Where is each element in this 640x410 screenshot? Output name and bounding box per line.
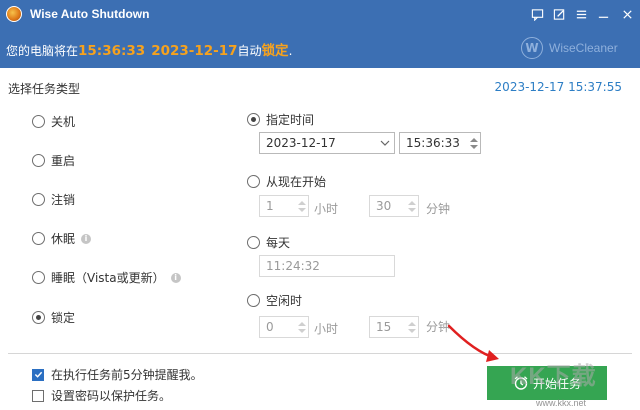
radio-circle[interactable] [32, 154, 45, 167]
schedule-label: 从现在开始 [266, 175, 327, 189]
idle-hours-unit: 小时 [314, 322, 339, 336]
radio-circle[interactable] [32, 232, 45, 245]
close-icon[interactable] [614, 0, 640, 28]
remind-checkbox[interactable]: 在执行任务前5分钟提醒我。 [32, 366, 203, 383]
radio-circle[interactable] [247, 113, 260, 126]
idle-minutes-value: 15 [376, 320, 392, 334]
schedule-radio-from-now[interactable]: 从现在开始 [247, 173, 326, 190]
schedule-label: 空闲时 [266, 294, 303, 308]
date-value: 2023-12-17 [266, 136, 336, 150]
radio-circle[interactable] [32, 115, 45, 128]
task-label: 睡眠（Vista或更新） [51, 271, 165, 285]
task-radio-sleep[interactable]: 睡眠（Vista或更新） i [32, 269, 181, 286]
minutes-unit: 分钟 [426, 202, 451, 216]
radio-circle[interactable] [247, 294, 260, 307]
radio-circle[interactable] [32, 311, 45, 324]
window-title: Wise Auto Shutdown [30, 7, 150, 21]
schedule-radio-daily[interactable]: 每天 [247, 234, 290, 251]
schedule-radio-specified-time[interactable]: 指定时间 [247, 111, 314, 128]
hours-spinner[interactable] [296, 196, 308, 216]
minimize-icon[interactable] [592, 0, 614, 28]
menu-icon[interactable] [570, 0, 592, 28]
radio-circle[interactable] [247, 175, 260, 188]
idle-hours-value: 0 [266, 320, 274, 334]
idle-minutes-input[interactable]: 15 [369, 316, 419, 338]
hours-value: 1 [266, 199, 274, 213]
wisecleaner-logo: W WiseCleaner [521, 37, 618, 59]
app-logo-icon [6, 6, 22, 22]
window-controls [526, 0, 640, 28]
idle-hours-spinner[interactable] [296, 317, 308, 337]
info-icon[interactable]: i [170, 272, 181, 283]
scheduled-action: 锁定 [261, 43, 289, 59]
wisecleaner-mark: W [521, 37, 543, 59]
task-radio-lock[interactable]: 锁定 [32, 309, 75, 326]
from-now-hours-input[interactable]: 1 [259, 195, 309, 217]
task-radio-hibernate[interactable]: 休眠 i [32, 230, 92, 247]
scheduled-time: 15:36:33 [78, 43, 146, 59]
title-bar: Wise Auto Shutdown [0, 0, 640, 28]
time-picker[interactable]: 15:36:33 [399, 132, 481, 154]
idle-hours-input[interactable]: 0 [259, 316, 309, 338]
annotation-arrow [447, 324, 499, 362]
status-prefix: 您的电脑将在 [6, 44, 79, 58]
time-spinner[interactable] [468, 133, 480, 153]
schedule-label: 指定时间 [266, 113, 315, 127]
radio-circle[interactable] [247, 236, 260, 249]
task-label: 重启 [51, 154, 76, 168]
task-label: 关机 [51, 115, 76, 129]
task-radio-shutdown[interactable]: 关机 [32, 113, 75, 130]
radio-circle[interactable] [32, 271, 45, 284]
scheduled-date: 2023-12-17 [151, 43, 238, 59]
from-now-minutes-input[interactable]: 30 [369, 195, 419, 217]
task-label: 锁定 [51, 311, 76, 325]
status-header: 您的电脑将在 15:36:33 2023-12-17 自动 锁定 . W Wis… [0, 28, 640, 68]
divider [8, 353, 632, 354]
hours-unit: 小时 [314, 202, 339, 216]
status-middle: 自动 [237, 44, 262, 58]
watermark: KK下载 [510, 363, 597, 390]
check-icon [34, 371, 42, 378]
idle-minutes-spinner[interactable] [406, 317, 418, 337]
chevron-down-icon[interactable] [376, 140, 394, 146]
time-value: 15:36:33 [406, 136, 460, 150]
task-radio-restart[interactable]: 重启 [32, 152, 75, 169]
radio-circle[interactable] [32, 193, 45, 206]
status-message: 您的电脑将在 15:36:33 2023-12-17 自动 锁定 . [6, 39, 292, 59]
edit-icon[interactable] [548, 0, 570, 28]
task-label: 休眠 [51, 232, 76, 246]
status-suffix: . [288, 44, 293, 58]
daily-time-input[interactable]: 11:24:32 [259, 255, 395, 277]
date-picker[interactable]: 2023-12-17 [259, 132, 395, 154]
checkbox-box[interactable] [32, 389, 44, 402]
minutes-value: 30 [376, 199, 392, 213]
schedule-label: 每天 [266, 236, 291, 250]
task-label: 注销 [51, 193, 76, 207]
info-icon[interactable]: i [81, 233, 92, 244]
daily-time-value: 11:24:32 [266, 259, 320, 273]
minutes-spinner[interactable] [406, 196, 418, 216]
wisecleaner-text: WiseCleaner [549, 41, 618, 55]
checkbox-box[interactable] [32, 368, 44, 381]
watermark-url: www.kkx.net [536, 398, 587, 408]
remind-label: 在执行任务前5分钟提醒我。 [51, 368, 203, 382]
feedback-icon[interactable] [526, 0, 548, 28]
current-datetime: 2023-12-17 15:37:55 [494, 80, 622, 94]
password-checkbox[interactable]: 设置密码以保护任务。 [32, 387, 171, 404]
schedule-radio-idle[interactable]: 空闲时 [247, 292, 302, 309]
password-label: 设置密码以保护任务。 [51, 389, 172, 403]
task-radio-logoff[interactable]: 注销 [32, 191, 75, 208]
section-title: 选择任务类型 [8, 82, 81, 96]
